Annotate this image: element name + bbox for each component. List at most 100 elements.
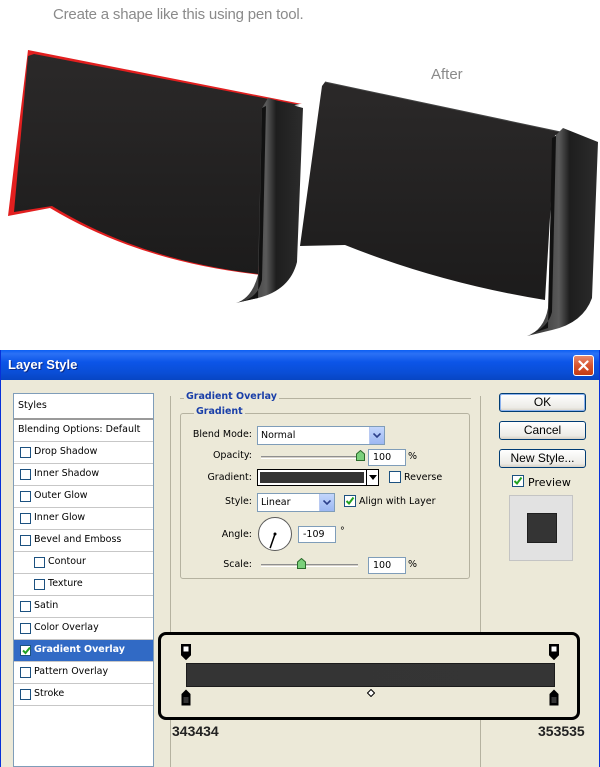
styles-item-label: Contour — [48, 556, 86, 567]
opacity-slider-track[interactable] — [261, 456, 361, 459]
shape-illustration — [8, 50, 598, 336]
scale-label: Scale: — [223, 559, 252, 570]
color-midpoint[interactable] — [367, 689, 375, 697]
styles-item-checkbox[interactable] — [20, 491, 31, 502]
styles-list: Styles Blending Options: Default Drop Sha… — [13, 393, 154, 767]
reverse-checkbox[interactable] — [389, 471, 401, 483]
styles-item-label: Color Overlay — [34, 622, 99, 633]
angle-dial[interactable] — [257, 516, 293, 552]
style-select[interactable]: Linear — [257, 493, 335, 512]
styles-item-label: Stroke — [34, 688, 65, 699]
triangle-down-icon — [369, 475, 377, 480]
preview-checkbox[interactable] — [512, 475, 524, 487]
styles-item-checkbox[interactable] — [20, 623, 31, 634]
section-title: Gradient Overlay — [184, 391, 279, 402]
styles-item-checkbox[interactable] — [20, 469, 31, 480]
styles-item-label: Gradient Overlay — [34, 644, 125, 655]
styles-item-label: Drop Shadow — [34, 446, 98, 457]
angle-label: Angle: — [221, 529, 252, 540]
styles-item-checkbox[interactable] — [20, 601, 31, 612]
styles-item-label: Inner Glow — [34, 512, 86, 523]
styles-header[interactable]: Styles — [14, 394, 153, 420]
preview-label: Preview — [528, 476, 571, 489]
styles-item-checkbox[interactable] — [34, 557, 45, 568]
styles-item-label: Inner Shadow — [34, 468, 100, 479]
opacity-label: Opacity: — [212, 450, 252, 461]
scale-slider-track[interactable] — [261, 564, 358, 567]
style-label: Style: — [224, 496, 252, 507]
checkmark-icon — [513, 476, 523, 486]
after-shape — [300, 81, 598, 336]
styles-header-label: Styles — [18, 400, 47, 411]
close-icon — [578, 360, 589, 371]
right-stop-color-code: 353535 — [538, 723, 585, 739]
tutorial-caption: Create a shape like this using pen tool. — [53, 6, 304, 23]
styles-item[interactable]: Inner Glow — [14, 508, 153, 530]
ok-button[interactable]: OK — [499, 393, 586, 412]
checkmark-icon — [22, 646, 31, 655]
angle-input[interactable]: -109 — [298, 526, 336, 543]
align-with-layer-label: Align with Layer — [359, 496, 436, 507]
styles-item[interactable]: Drop Shadow — [14, 442, 153, 464]
gradient-dropdown[interactable] — [366, 470, 378, 485]
styles-item-checkbox[interactable] — [20, 667, 31, 678]
angle-unit: ° — [340, 526, 345, 537]
styles-item[interactable]: Satin — [14, 596, 153, 618]
styles-item[interactable]: Bevel and Emboss — [14, 530, 153, 552]
styles-item[interactable]: Inner Shadow — [14, 464, 153, 486]
color-stop-right[interactable] — [549, 689, 559, 706]
styles-item-label: Satin — [34, 600, 59, 611]
preview-thumbnail — [509, 495, 573, 561]
styles-item-label: Pattern Overlay — [34, 666, 109, 677]
styles-item-label: Bevel and Emboss — [34, 534, 122, 545]
opacity-stop-right[interactable] — [549, 644, 559, 660]
styles-item-checkbox[interactable] — [34, 579, 45, 590]
styles-item-checkbox[interactable] — [20, 689, 31, 700]
gradient-picker[interactable] — [257, 469, 379, 486]
styles-item[interactable]: Color Overlay — [14, 618, 153, 640]
styles-item-label: Outer Glow — [34, 490, 88, 501]
chevron-down-icon — [373, 433, 381, 438]
gradient-group-title: Gradient — [194, 406, 245, 417]
styles-item[interactable]: Outer Glow — [14, 486, 153, 508]
styles-item-checkbox[interactable] — [20, 535, 31, 546]
styles-item[interactable]: Gradient Overlay — [14, 640, 153, 662]
styles-items: Blending Options: Default Drop Shadow Inne… — [14, 420, 153, 706]
styles-item[interactable]: Stroke — [14, 684, 153, 706]
styles-item-label: Blending Options: Default — [18, 424, 141, 435]
dialog-titlebar[interactable]: Layer Style — [1, 350, 599, 380]
blend-mode-value: Normal — [261, 430, 296, 441]
align-with-layer-checkbox[interactable] — [344, 495, 356, 507]
styles-item-checkbox[interactable] — [20, 513, 31, 524]
opacity-input[interactable]: 100 — [368, 449, 406, 466]
color-stop-left[interactable] — [181, 689, 191, 706]
styles-item-label: Texture — [48, 578, 83, 589]
reverse-label: Reverse — [404, 472, 443, 483]
styles-item[interactable]: Texture — [14, 574, 153, 596]
chevron-down-icon — [323, 500, 331, 505]
opacity-slider-thumb[interactable] — [356, 450, 365, 461]
dialog-title: Layer Style — [8, 357, 78, 372]
styles-item[interactable]: Contour — [14, 552, 153, 574]
gradient-preview-bar[interactable] — [186, 663, 555, 687]
blend-mode-select[interactable]: Normal — [257, 426, 385, 445]
new-style-button[interactable]: New Style... — [499, 449, 586, 468]
styles-item[interactable]: Pattern Overlay — [14, 662, 153, 684]
cancel-button[interactable]: Cancel — [499, 421, 586, 440]
checkmark-icon — [345, 496, 355, 506]
scale-slider-thumb[interactable] — [296, 558, 306, 569]
styles-item-checkbox[interactable] — [20, 447, 31, 458]
styles-item-checkbox[interactable] — [20, 645, 31, 656]
opacity-stop-left[interactable] — [181, 644, 191, 660]
scale-input[interactable]: 100 — [368, 557, 406, 574]
before-shape — [8, 50, 303, 303]
gradient-swatch — [260, 472, 364, 483]
blend-mode-label: Blend Mode: — [192, 429, 252, 440]
preview-swatch — [527, 513, 557, 543]
gradient-label: Gradient: — [207, 472, 252, 483]
style-value: Linear — [261, 497, 291, 508]
close-button[interactable] — [573, 355, 594, 376]
styles-item[interactable]: Blending Options: Default — [14, 420, 153, 442]
opacity-unit: % — [408, 451, 418, 462]
scale-unit: % — [408, 559, 418, 570]
